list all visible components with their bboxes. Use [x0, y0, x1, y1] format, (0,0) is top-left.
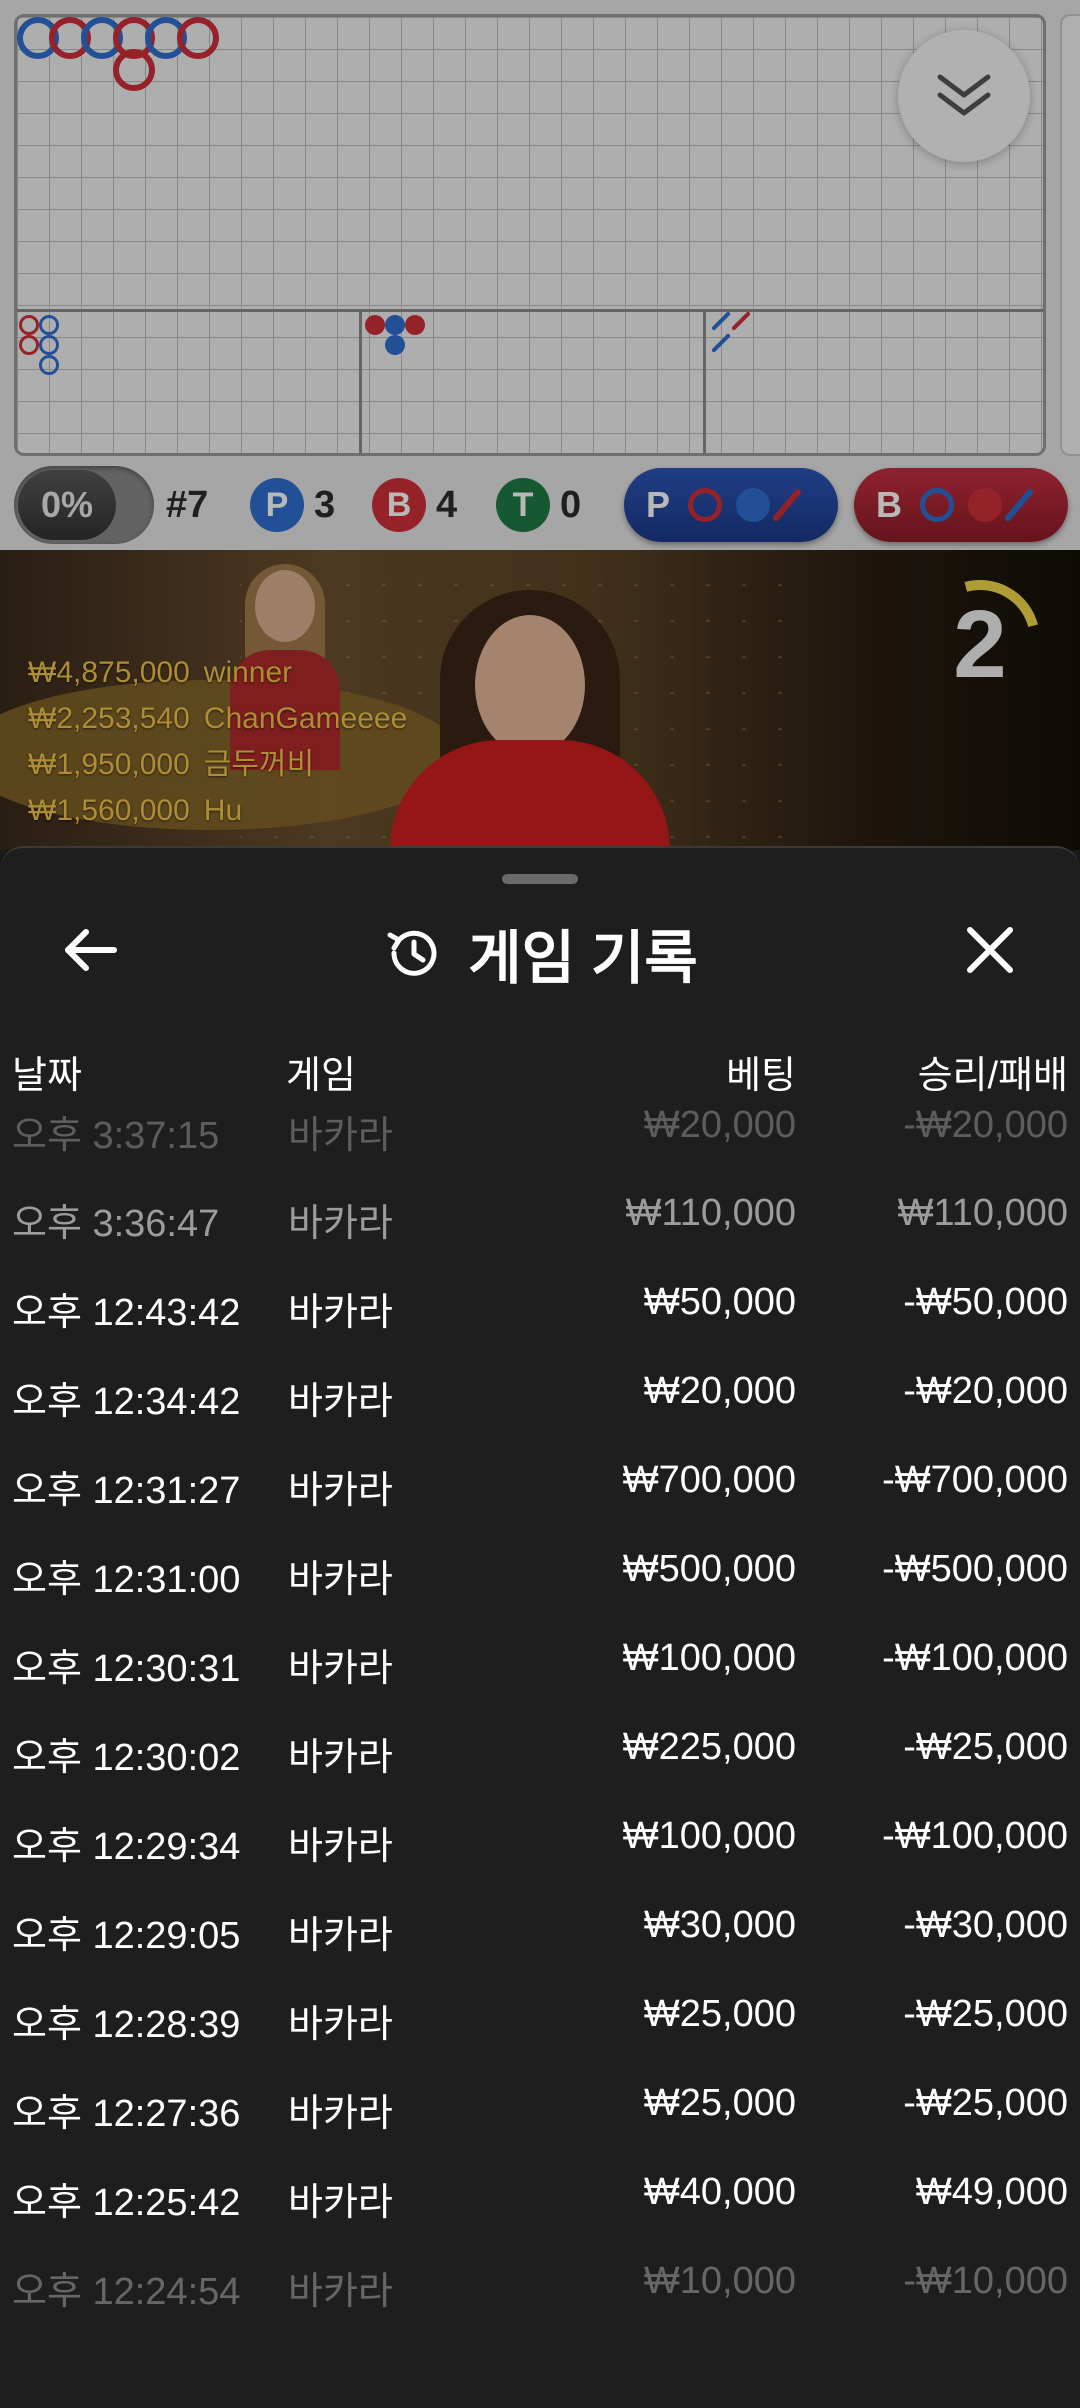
row-result: -₩20,000 [903, 1104, 1068, 1146]
row-date: 오후 3:37:15 [12, 1115, 220, 1157]
row-bet: ₩110,000 [625, 1192, 796, 1234]
row-game: 바카라 [288, 2271, 393, 2313]
arrow-left-icon [65, 929, 117, 971]
game-history-sheet: 게임 기록 날짜 게임 베팅 승리/패배 오후 3:37:15 바카라 ₩20,… [0, 846, 1080, 2408]
row-game: 바카라 [288, 1915, 393, 1957]
column-header-date: 날짜 [12, 1055, 82, 1097]
row-game: 바카라 [288, 2004, 393, 2046]
row-result: -₩100,000 [882, 1637, 1068, 1679]
page-title: 게임 기록 [468, 926, 698, 991]
table-row[interactable]: 오후 12:31:27 바카라 ₩700,000 -₩700,000 [0, 1435, 1080, 1524]
history-icon [387, 930, 437, 976]
table-row[interactable]: 오후 12:28:39 바카라 ₩25,000 -₩25,000 [0, 1969, 1080, 2058]
row-result: -₩25,000 [903, 2082, 1068, 2124]
row-game: 바카라 [288, 1559, 393, 1601]
row-game: 바카라 [288, 1115, 393, 1157]
row-date: 오후 12:24:54 [12, 2271, 241, 2313]
row-bet: ₩10,000 [643, 2260, 796, 2302]
sheet-drag-handle[interactable] [502, 874, 578, 884]
column-header-result: 승리/패배 [917, 1055, 1068, 1097]
row-bet: ₩700,000 [622, 1459, 796, 1501]
row-result: -₩50,000 [903, 1281, 1068, 1323]
row-date: 오후 12:34:42 [12, 1381, 241, 1423]
table-row[interactable]: 오후 12:31:00 바카라 ₩500,000 -₩500,000 [0, 1524, 1080, 1613]
row-date: 오후 12:29:05 [12, 1915, 241, 1957]
row-date: 오후 12:27:36 [12, 2093, 241, 2135]
row-game: 바카라 [288, 1470, 393, 1512]
row-date: 오후 3:36:47 [12, 1203, 220, 1245]
row-result: -₩100,000 [882, 1815, 1068, 1857]
table-row[interactable]: 오후 3:36:47 바카라 ₩110,000 ₩110,000 [0, 1168, 1080, 1257]
row-bet: ₩20,000 [643, 1104, 796, 1146]
row-result: ₩110,000 [897, 1192, 1068, 1234]
row-bet: ₩100,000 [622, 1815, 796, 1857]
row-date: 오후 12:25:42 [12, 2182, 241, 2224]
row-bet: ₩50,000 [643, 1281, 796, 1323]
row-date: 오후 12:28:39 [12, 2004, 241, 2046]
row-result: -₩30,000 [903, 1904, 1068, 1946]
row-result: -₩25,000 [903, 1726, 1068, 1768]
back-button[interactable] [50, 910, 130, 990]
row-date: 오후 12:29:34 [12, 1826, 241, 1868]
row-date: 오후 12:30:02 [12, 1737, 241, 1779]
row-result: -₩10,000 [903, 2260, 1068, 2302]
row-bet: ₩225,000 [622, 1726, 796, 1768]
table-row[interactable]: 오후 12:24:54 바카라 ₩10,000 -₩10,000 [0, 2236, 1080, 2325]
close-icon [967, 927, 1013, 973]
row-game: 바카라 [288, 1292, 393, 1334]
row-game: 바카라 [288, 2182, 393, 2224]
table-row[interactable]: 오후 12:43:42 바카라 ₩50,000 -₩50,000 [0, 1257, 1080, 1346]
row-bet: ₩30,000 [643, 1904, 796, 1946]
column-header-bet: 베팅 [726, 1055, 796, 1097]
table-row[interactable]: 오후 12:30:02 바카라 ₩225,000 -₩25,000 [0, 1702, 1080, 1791]
row-bet: ₩500,000 [622, 1548, 796, 1590]
row-result: -₩25,000 [903, 1993, 1068, 2035]
row-game: 바카라 [288, 1648, 393, 1690]
table-row[interactable]: 오후 12:29:34 바카라 ₩100,000 -₩100,000 [0, 1791, 1080, 1880]
row-date: 오후 12:31:00 [12, 1559, 241, 1601]
row-bet: ₩25,000 [643, 1993, 796, 2035]
table-row[interactable]: 오후 12:29:05 바카라 ₩30,000 -₩30,000 [0, 1880, 1080, 1969]
row-bet: ₩100,000 [622, 1637, 796, 1679]
row-game: 바카라 [288, 1826, 393, 1868]
row-game: 바카라 [288, 1203, 393, 1245]
sheet-header: 게임 기록 [0, 908, 1080, 998]
row-bet: ₩25,000 [643, 2082, 796, 2124]
row-date: 오후 12:31:27 [12, 1470, 241, 1512]
row-result: ₩49,000 [915, 2171, 1068, 2213]
table-row[interactable]: 오후 12:25:42 바카라 ₩40,000 ₩49,000 [0, 2147, 1080, 2236]
history-table[interactable]: 오후 3:37:15 바카라 ₩20,000 -₩20,000 오후 3:36:… [0, 1104, 1080, 2325]
column-header-game: 게임 [286, 1055, 356, 1097]
row-game: 바카라 [288, 1381, 393, 1423]
close-button[interactable] [950, 910, 1030, 990]
row-result: -₩700,000 [882, 1459, 1068, 1501]
row-date: 오후 12:43:42 [12, 1292, 241, 1334]
row-result: -₩500,000 [882, 1548, 1068, 1590]
row-game: 바카라 [288, 1737, 393, 1779]
modal-backdrop[interactable] [0, 0, 1080, 850]
row-bet: ₩40,000 [643, 2171, 796, 2213]
row-date: 오후 12:30:31 [12, 1648, 241, 1690]
row-result: -₩20,000 [903, 1370, 1068, 1412]
row-game: 바카라 [288, 2093, 393, 2135]
row-bet: ₩20,000 [643, 1370, 796, 1412]
table-row[interactable]: 오후 12:27:36 바카라 ₩25,000 -₩25,000 [0, 2058, 1080, 2147]
table-row[interactable]: 오후 3:37:15 바카라 ₩20,000 -₩20,000 [0, 1104, 1080, 1168]
table-row[interactable]: 오후 12:30:31 바카라 ₩100,000 -₩100,000 [0, 1613, 1080, 1702]
table-row[interactable]: 오후 12:34:42 바카라 ₩20,000 -₩20,000 [0, 1346, 1080, 1435]
